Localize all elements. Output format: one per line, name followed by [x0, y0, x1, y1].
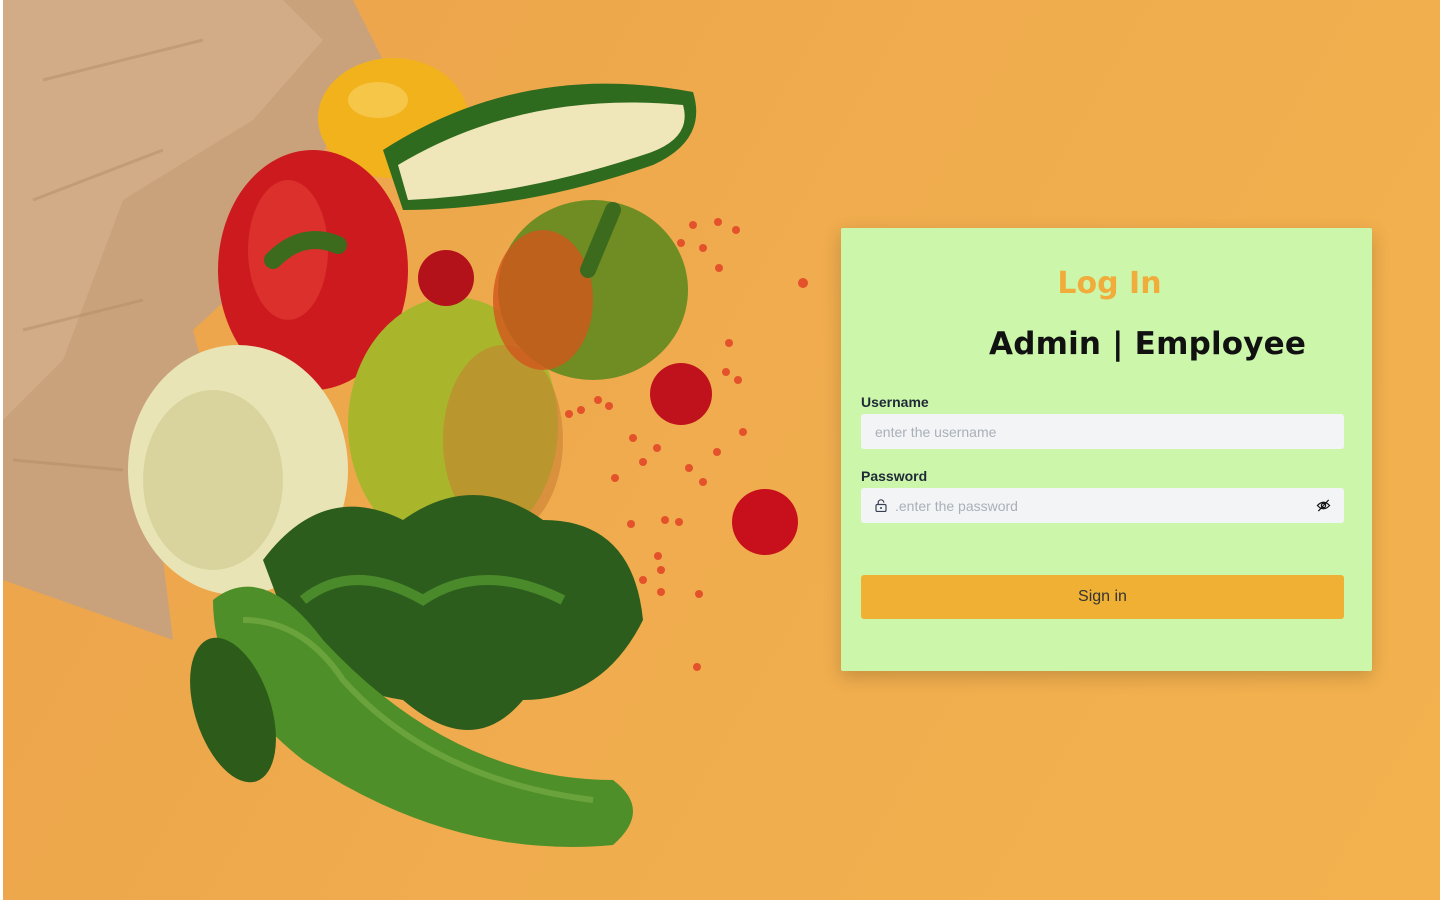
- username-label: Username: [861, 394, 929, 410]
- sign-in-button[interactable]: Sign in: [861, 575, 1344, 619]
- password-input[interactable]: [861, 488, 1344, 523]
- username-input[interactable]: [861, 414, 1344, 449]
- hero-groceries-image: [3, 0, 823, 900]
- login-title: Log In: [1057, 266, 1162, 301]
- login-subtitle: Admin | Employee: [989, 326, 1307, 362]
- password-label: Password: [861, 468, 928, 484]
- password-field[interactable]: [861, 488, 1344, 523]
- login-card: Log In Admin | Employee Username Passwor…: [841, 228, 1372, 671]
- login-page: Log In Admin | Employee Username Passwor…: [0, 0, 1440, 900]
- username-field[interactable]: [861, 414, 1344, 449]
- eye-off-icon[interactable]: [1316, 498, 1331, 513]
